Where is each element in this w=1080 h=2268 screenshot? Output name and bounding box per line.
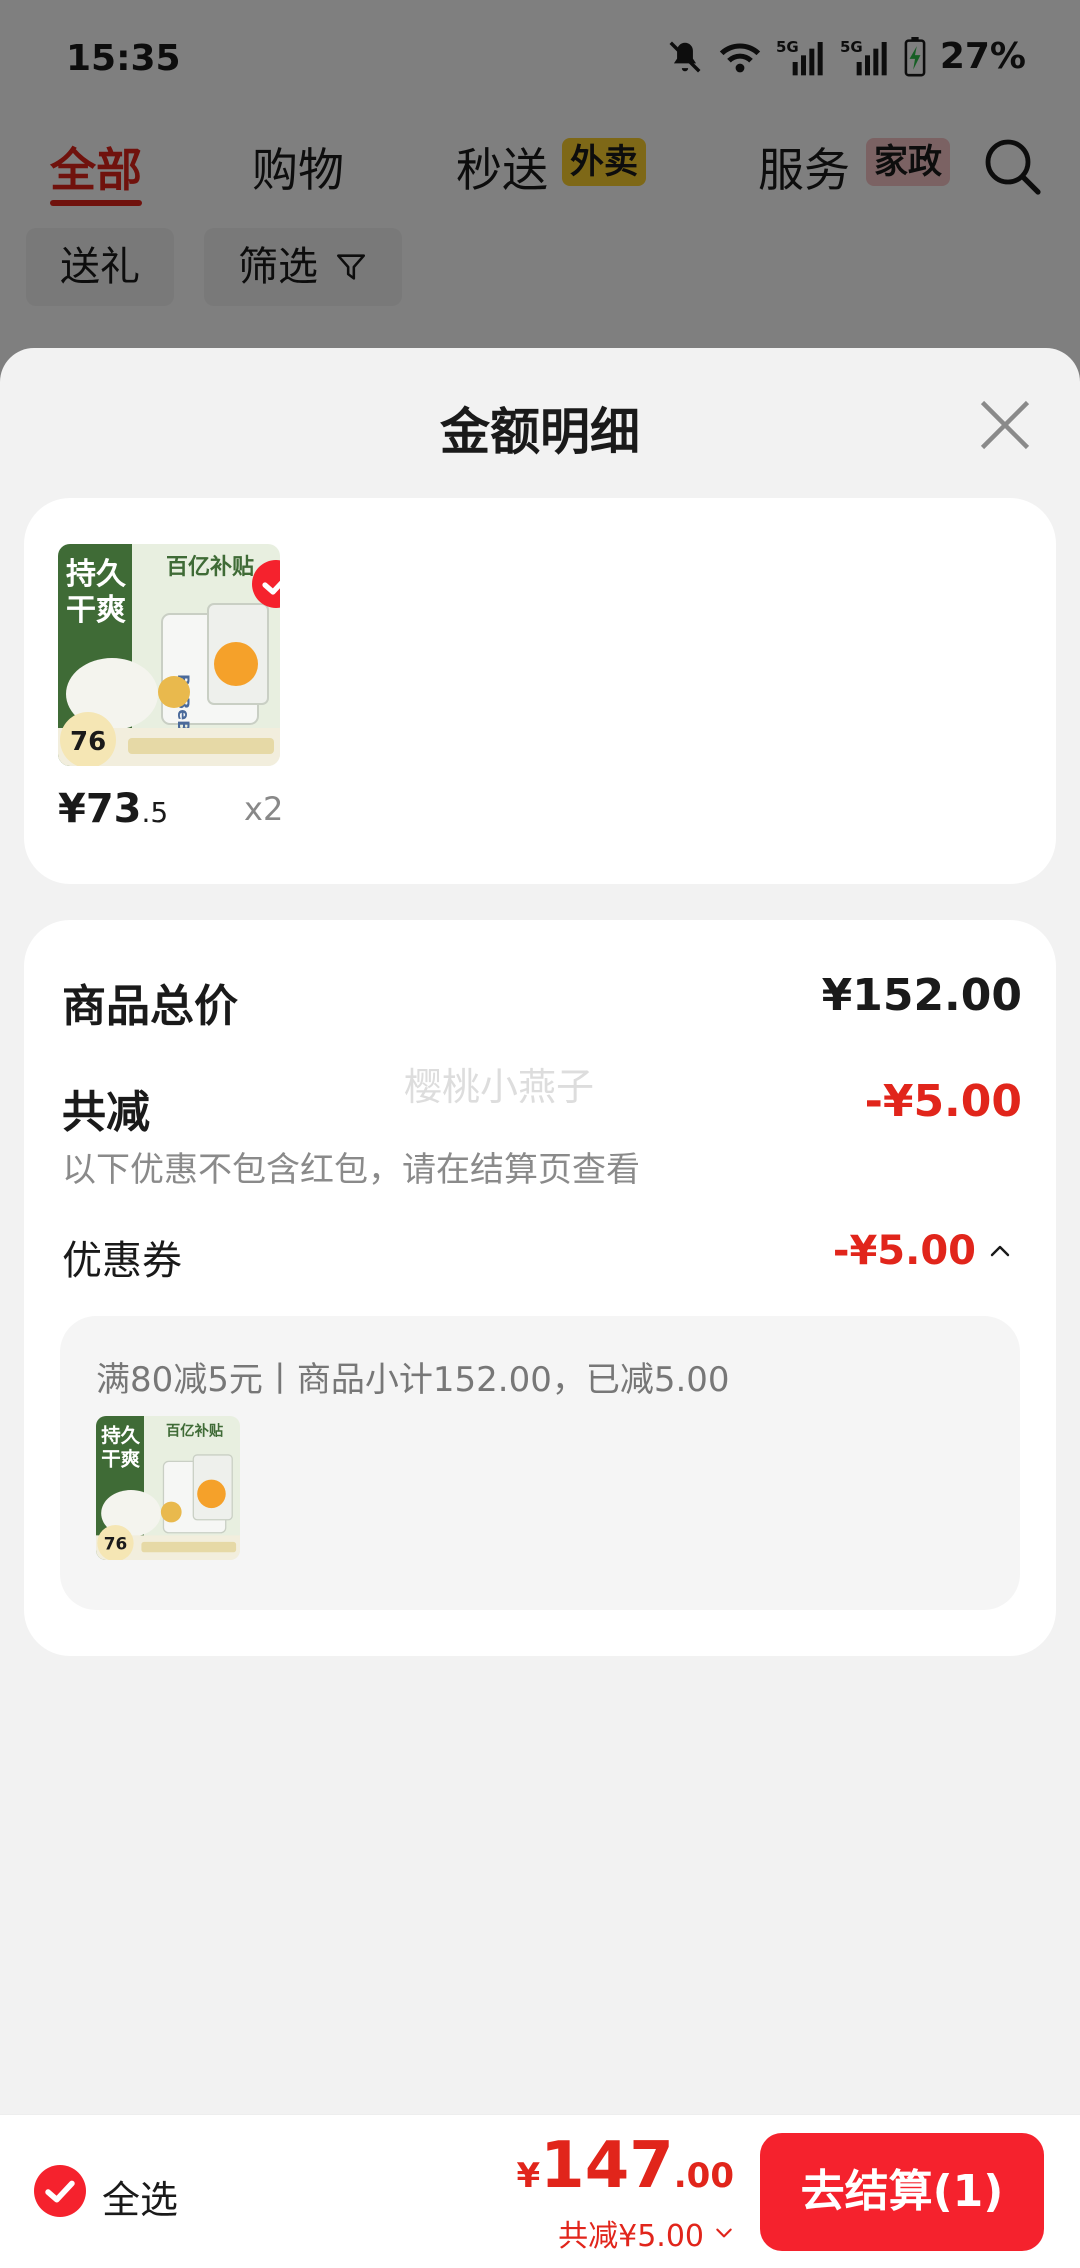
coupon-thumb-brand: 百亿补贴 — [166, 1421, 223, 1439]
subtotal-label: 商品总价 — [62, 981, 238, 1032]
discount-note: 以下优惠不包含红包，请在结算页查看 — [62, 1150, 640, 1190]
thumb-brand: 百亿补贴 — [166, 554, 254, 580]
coupon-thumb-text-1: 持久 — [101, 1424, 140, 1447]
price-detail-card: 商品总价 ¥152.00 樱桃小燕子 共减 -¥5.00 以下优惠不包含红包，请… — [24, 920, 1056, 1656]
coupon-thumb-text-2: 干爽 — [101, 1447, 140, 1470]
coupon-product-image: 持久 干爽 百亿补贴 76 — [96, 1416, 240, 1560]
coupon-toggle[interactable]: -¥5.00 — [833, 1228, 1012, 1274]
watermark: 樱桃小燕子 — [404, 1065, 595, 1109]
amount-detail-sheet: 金额明细 持久 干爽 百亿补贴 BeBeBus 76 ¥73.5 x2 商品总价… — [0, 348, 1080, 2268]
select-all-label[interactable]: 全选 — [102, 2169, 178, 2224]
sheet-title: 金额明细 — [440, 403, 640, 461]
total-int: 147 — [540, 2129, 674, 2203]
thumb-text-1: 持久 — [66, 557, 126, 592]
diaper-product-illustration-small: 持久 干爽 百亿补贴 76 — [96, 1416, 240, 1560]
total-discount-toggle[interactable]: 共减¥5.00 — [558, 2211, 734, 2255]
chevron-up-icon — [990, 1245, 1010, 1257]
coupon-label: 优惠券 — [62, 1238, 182, 1284]
discount-value: -¥5.00 — [864, 1076, 1022, 1127]
bottom-checkout-bar: 全选 ¥147.00 共减¥5.00 去结算(1) — [0, 2114, 1080, 2268]
close-icon[interactable] — [978, 398, 1032, 452]
product-price-int: ¥73 — [58, 786, 142, 832]
coupon-description: 满80减5元丨商品小计152.00，已减5.00 — [96, 1360, 730, 1400]
subtotal-value: ¥152.00 — [821, 970, 1022, 1021]
coupon-thumb-count: 76 — [104, 1534, 127, 1554]
thumb-count: 76 — [70, 727, 106, 757]
total-price: ¥147.00 — [517, 2129, 735, 2203]
coupon-value: -¥5.00 — [832, 1228, 976, 1274]
total-discount: 共减¥5.00 — [558, 2219, 704, 2254]
select-all-checkbox-icon[interactable] — [34, 2165, 86, 2217]
diaper-product-illustration: 持久 干爽 百亿补贴 BeBeBus 76 — [58, 544, 280, 766]
chevron-down-icon — [716, 2228, 732, 2238]
discount-label: 共减 — [62, 1087, 150, 1138]
checkout-button[interactable]: 去结算(1) — [760, 2133, 1044, 2251]
total-dec: .00 — [673, 2156, 734, 2196]
product-quantity: x2 — [244, 790, 284, 828]
thumb-text-2: 干爽 — [66, 593, 126, 628]
product-price-dec: .5 — [141, 796, 169, 829]
coupon-detail-box: 满80减5元丨商品小计152.00，已减5.00 持久 干爽 百亿补贴 76 — [60, 1316, 1020, 1610]
product-price: ¥73.5 — [58, 786, 168, 832]
product-card: 持久 干爽 百亿补贴 BeBeBus 76 ¥73.5 x2 — [24, 498, 1056, 884]
total-currency: ¥ — [516, 2156, 541, 2196]
checked-icon[interactable] — [252, 560, 280, 608]
product-image[interactable]: 持久 干爽 百亿补贴 BeBeBus 76 — [58, 544, 280, 766]
